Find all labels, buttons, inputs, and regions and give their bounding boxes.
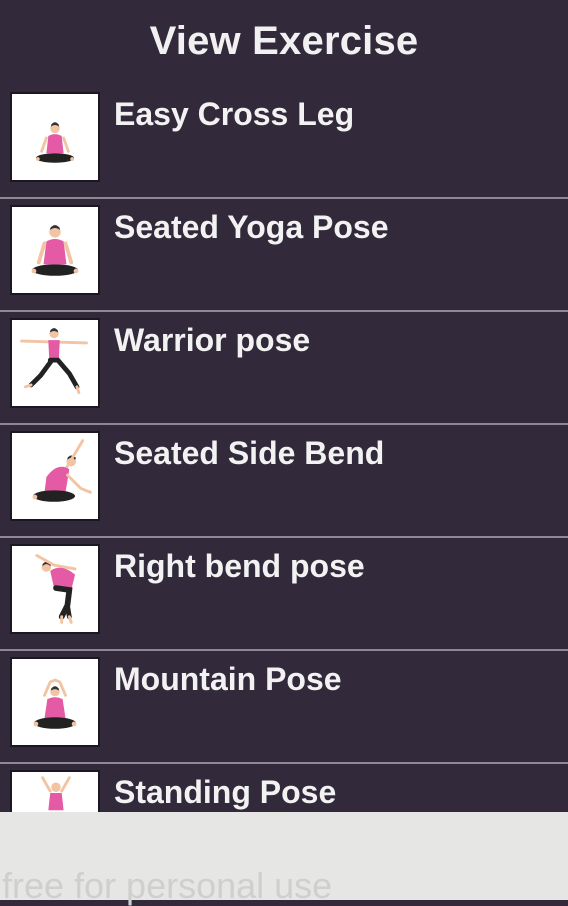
list-item-seated-side-bend[interactable]: Seated Side Bend — [0, 425, 568, 538]
list-item-right-bend-pose[interactable]: Right bend pose — [0, 538, 568, 651]
standing-icon — [10, 770, 100, 812]
seated-yoga-icon — [10, 205, 100, 295]
easy-cross-leg-icon — [10, 92, 100, 182]
list-item-mountain-pose[interactable]: Mountain Pose — [0, 651, 568, 764]
list-item-standing-pose[interactable]: Standing Pose — [0, 764, 568, 812]
exercise-label: Seated Side Bend — [114, 435, 385, 471]
list-item-seated-yoga-pose[interactable]: Seated Yoga Pose — [0, 199, 568, 312]
seated-side-bend-icon — [10, 431, 100, 521]
list-item-warrior-pose[interactable]: Warrior pose — [0, 312, 568, 425]
exercise-list[interactable]: Easy Cross Leg Seated Yoga Pose Warrior … — [0, 86, 568, 812]
ad-banner[interactable]: free for personal use — [0, 812, 568, 904]
exercise-list-screen: View Exercise Easy Cross Leg Seated Yoga… — [0, 0, 568, 812]
right-bend-icon — [10, 544, 100, 634]
exercise-label: Mountain Pose — [114, 661, 342, 697]
list-item-easy-cross-leg[interactable]: Easy Cross Leg — [0, 86, 568, 199]
header: View Exercise — [0, 0, 568, 86]
exercise-label: Right bend pose — [114, 548, 365, 584]
exercise-label: Seated Yoga Pose — [114, 209, 389, 245]
exercise-label: Warrior pose — [114, 322, 311, 358]
ad-text: free for personal use — [2, 865, 333, 906]
page-title: View Exercise — [149, 18, 419, 63]
exercise-label: Easy Cross Leg — [114, 96, 355, 132]
mountain-icon — [10, 657, 100, 747]
warrior-icon — [10, 318, 100, 408]
exercise-label: Standing Pose — [114, 774, 337, 810]
